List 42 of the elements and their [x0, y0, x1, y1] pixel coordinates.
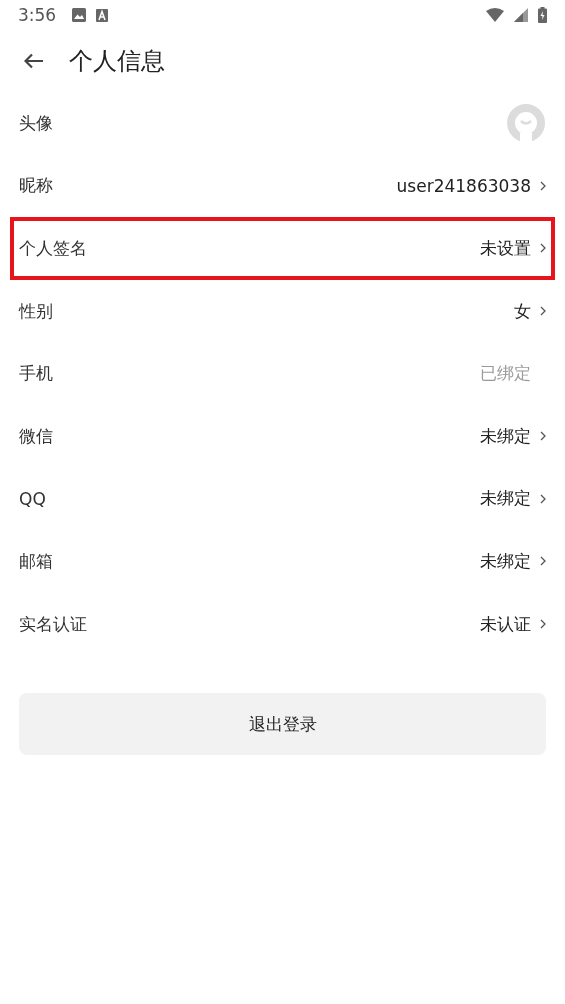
image-icon: [72, 8, 87, 22]
chevron-right-icon: [540, 619, 546, 630]
settings-row[interactable]: 邮箱 未绑定: [10, 530, 555, 593]
row-label: 昵称: [19, 174, 53, 198]
row-value: 未设置: [480, 237, 531, 260]
status-time: 3:56: [18, 5, 57, 25]
settings-row[interactable]: 实名认证 未认证: [10, 592, 555, 656]
avatar-icon: [506, 103, 546, 144]
chevron-right-icon: [540, 306, 546, 317]
settings-row[interactable]: QQ 未绑定: [10, 467, 555, 531]
wifi-icon: [486, 8, 504, 22]
row-label: 微信: [19, 424, 53, 448]
settings-row[interactable]: 昵称 user241863038: [10, 154, 555, 218]
row-value: 未绑定: [480, 424, 531, 448]
row-label: QQ: [19, 488, 46, 509]
page-title: 个人信息: [69, 46, 165, 77]
chevron-right-icon: [540, 556, 546, 567]
settings-row[interactable]: 头像: [10, 92, 555, 155]
row-value: 已绑定: [480, 362, 531, 386]
row-label: 邮箱: [19, 549, 53, 573]
row-value: 女: [514, 299, 531, 323]
chevron-right-icon: [540, 243, 546, 254]
settings-row[interactable]: 微信 未绑定: [10, 404, 555, 468]
settings-row[interactable]: 性别 女: [10, 279, 555, 343]
logout-button[interactable]: 退出登录: [19, 693, 546, 756]
chevron-right-icon: [540, 431, 546, 442]
chevron-right-icon: [540, 180, 546, 191]
row-label: 头像: [19, 111, 53, 135]
signal-icon: [514, 8, 528, 22]
text-icon: [96, 8, 109, 22]
settings-row[interactable]: 个人签名 未设置: [10, 217, 555, 280]
row-value: 未认证: [480, 612, 531, 636]
row-value: user241863038: [396, 175, 531, 196]
row-label: 实名认证: [19, 612, 87, 636]
row-label: 手机: [19, 362, 53, 386]
row-label: 个人签名: [19, 237, 87, 260]
chevron-right-icon: [540, 493, 546, 504]
back-arrow-icon[interactable]: [24, 53, 44, 69]
row-value: 未绑定: [480, 487, 531, 511]
row-label: 性别: [19, 299, 53, 323]
battery-icon: [538, 7, 547, 23]
row-value: 未绑定: [480, 549, 531, 573]
